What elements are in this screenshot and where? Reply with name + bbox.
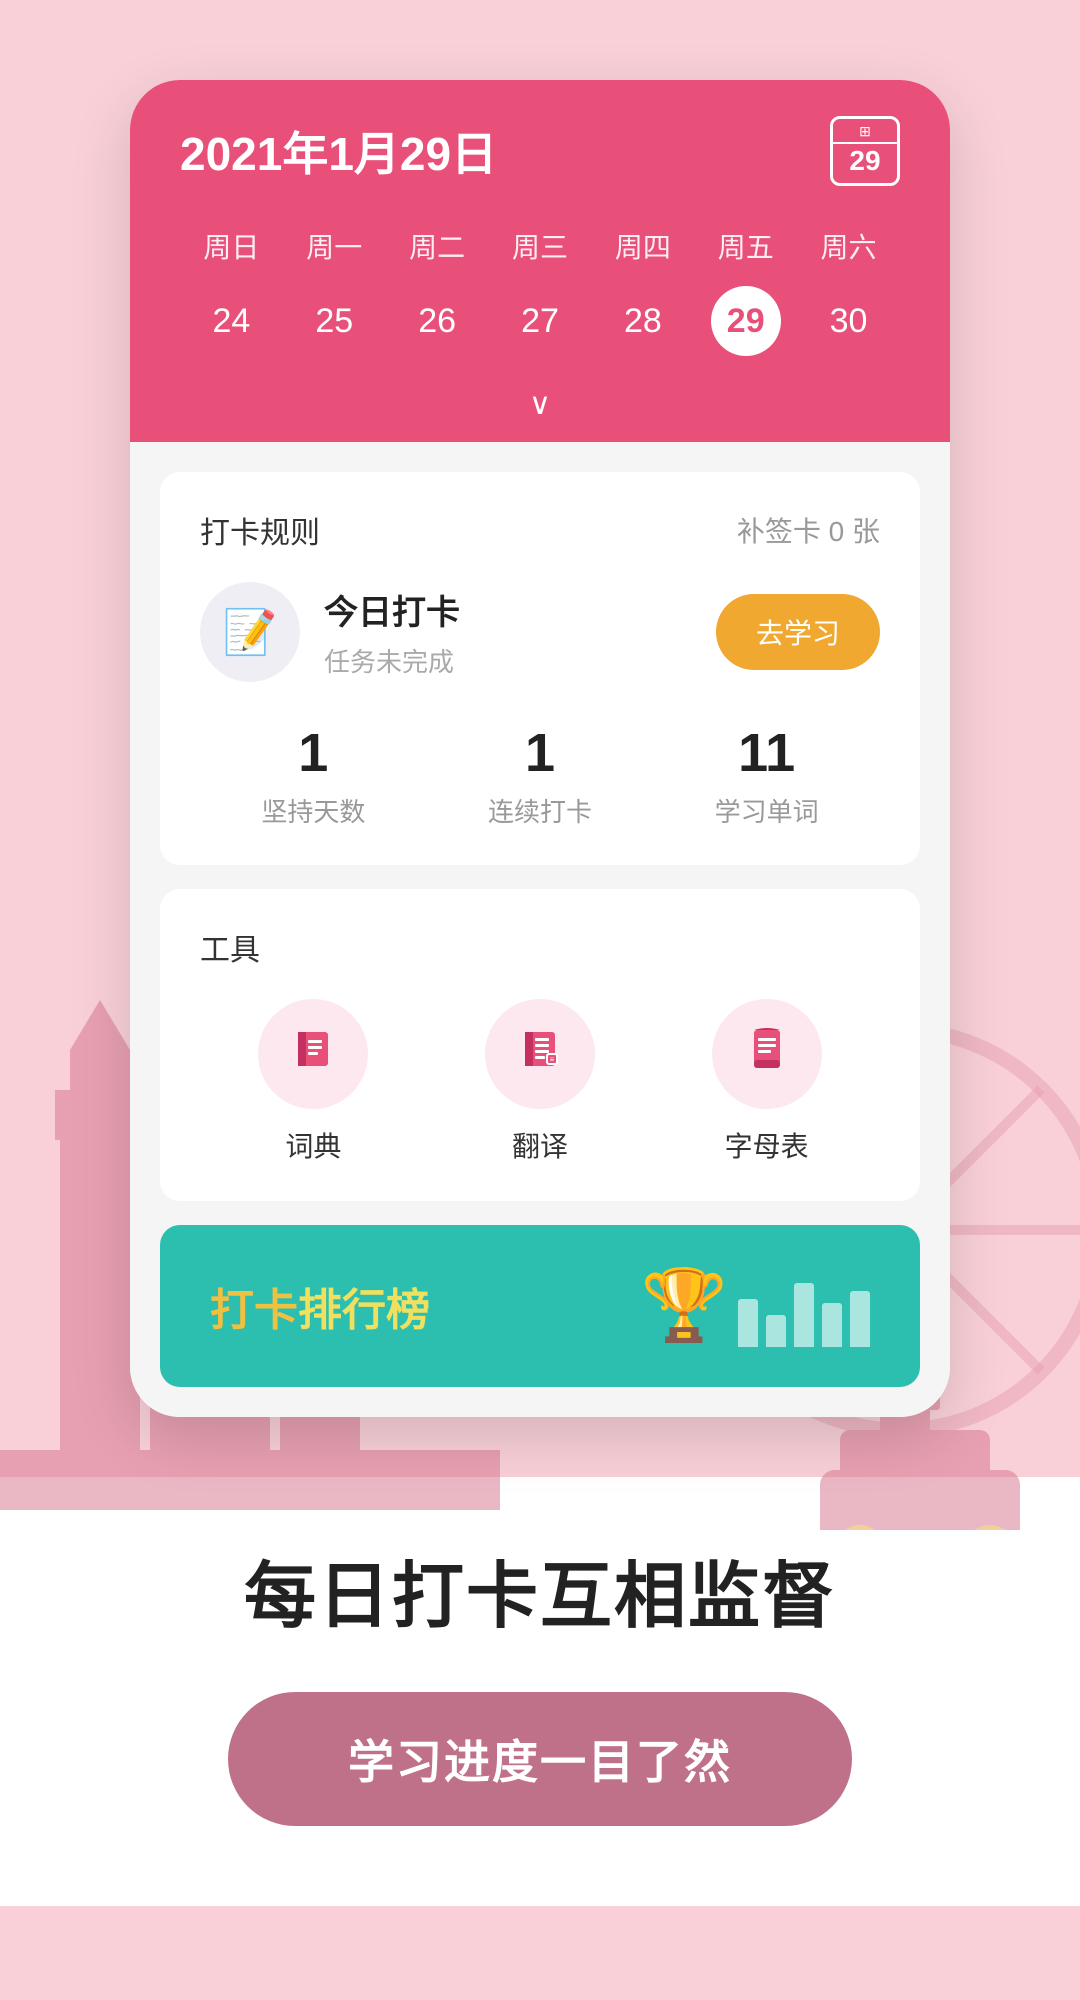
task-subtitle: 任务未完成	[324, 642, 692, 679]
trophy-area: 🏆	[641, 1265, 870, 1347]
weekday-sun: 周日	[180, 216, 283, 276]
main-tagline: 每日打卡互相监督	[80, 1537, 1000, 1642]
bottom-section: 每日打卡互相监督 学习进度一目了然	[0, 1477, 1080, 1906]
bar-chart	[738, 1267, 870, 1347]
tools-card: 工具 词典	[160, 889, 920, 1201]
weekday-row: 周日 周一 周二 周三 周四 周五 周六	[180, 216, 900, 276]
stat-label-1: 连续打卡	[488, 792, 592, 829]
calendar-section: 2021年1月29日 ⊞ 29 周日 周一 周二 周三 周四 周五 周六 24 …	[130, 80, 950, 442]
go-study-button[interactable]: 去学习	[716, 594, 880, 670]
ranking-text-plain: 打卡	[210, 1286, 298, 1335]
stat-words-learned: 11 学习单词	[653, 722, 880, 829]
task-info: 今日打卡 任务未完成	[324, 585, 692, 679]
content-area: 打卡规则 补签卡 0 张 📝 今日打卡 任务未完成 去学习 1 坚持天数	[130, 442, 950, 1417]
bar-3	[794, 1283, 814, 1347]
weekday-thu: 周四	[591, 216, 694, 276]
bar-5	[850, 1291, 870, 1347]
checkin-header: 打卡规则 补签卡 0 张	[200, 508, 880, 552]
tool-alphabet[interactable]: 字母表	[712, 999, 822, 1165]
tool-dictionary[interactable]: 词典	[258, 999, 368, 1165]
stats-row: 1 坚持天数 1 连续打卡 11 学习单词	[200, 722, 880, 829]
date-24[interactable]: 24	[180, 286, 283, 357]
bar-2	[766, 1315, 786, 1347]
cta-button[interactable]: 学习进度一目了然	[228, 1692, 852, 1826]
weekday-wed: 周三	[489, 216, 592, 276]
stat-number-1: 1	[525, 722, 555, 784]
task-title: 今日打卡	[324, 585, 692, 634]
checkin-task-row: 📝 今日打卡 任务未完成 去学习	[200, 582, 880, 682]
tool-icon-wrap-0	[258, 999, 368, 1109]
stat-consecutive-checkin: 1 连续打卡	[427, 722, 654, 829]
tool-label-2: 字母表	[725, 1125, 809, 1165]
date-25[interactable]: 25	[283, 286, 386, 357]
phone-mockup: 2021年1月29日 ⊞ 29 周日 周一 周二 周三 周四 周五 周六 24 …	[130, 80, 950, 1417]
supplement-label: 补签卡 0 张	[737, 510, 880, 550]
stat-number-0: 1	[298, 722, 328, 784]
date-28[interactable]: 28	[591, 286, 694, 357]
task-icon: 📝	[223, 606, 278, 658]
stat-label-0: 坚持天数	[261, 792, 365, 829]
tool-label-1: 翻译	[512, 1125, 568, 1165]
weekday-fri: 周五	[694, 216, 797, 276]
checkin-card: 打卡规则 补签卡 0 张 📝 今日打卡 任务未完成 去学习 1 坚持天数	[160, 472, 920, 865]
tool-icon-wrap-1: ≡	[485, 999, 595, 1109]
tool-label-0: 词典	[285, 1125, 341, 1165]
tool-translate[interactable]: ≡ 翻译	[485, 999, 595, 1165]
calendar-icon-num: 29	[849, 144, 880, 178]
alphabet-icon	[744, 1026, 790, 1083]
bar-4	[822, 1303, 842, 1347]
trophy-icon: 🏆	[641, 1265, 728, 1347]
bar-1	[738, 1299, 758, 1347]
date-29-active[interactable]: 29	[711, 286, 781, 356]
stat-number-2: 11	[738, 722, 795, 784]
stat-label-2: 学习单词	[715, 792, 819, 829]
stat-persist-days: 1 坚持天数	[200, 722, 427, 829]
calendar-icon-top: ⊞	[833, 124, 897, 144]
task-icon-wrap: 📝	[200, 582, 300, 682]
checkin-label: 打卡规则	[200, 508, 320, 552]
tools-row: 词典 ≡	[200, 999, 880, 1165]
calendar-title: 2021年1月29日	[180, 118, 497, 184]
translate-icon: ≡	[517, 1026, 563, 1083]
calendar-chevron[interactable]: ∨	[180, 377, 900, 442]
tool-icon-wrap-2	[712, 999, 822, 1109]
date-row: 24 25 26 27 28 29 30	[180, 276, 900, 377]
svg-text:≡: ≡	[550, 1055, 555, 1064]
date-27[interactable]: 27	[489, 286, 592, 357]
date-26[interactable]: 26	[386, 286, 489, 357]
ranking-text-highlight: 排行榜	[298, 1286, 430, 1335]
calendar-icon[interactable]: ⊞ 29	[830, 116, 900, 186]
weekday-sat: 周六	[797, 216, 900, 276]
ranking-banner[interactable]: 打卡排行榜 🏆	[160, 1225, 920, 1387]
weekday-mon: 周一	[283, 216, 386, 276]
date-30[interactable]: 30	[797, 286, 900, 357]
weekday-tue: 周二	[386, 216, 489, 276]
ranking-text: 打卡排行榜	[210, 1274, 430, 1338]
tools-header: 工具	[200, 925, 880, 969]
dictionary-icon	[290, 1026, 336, 1083]
